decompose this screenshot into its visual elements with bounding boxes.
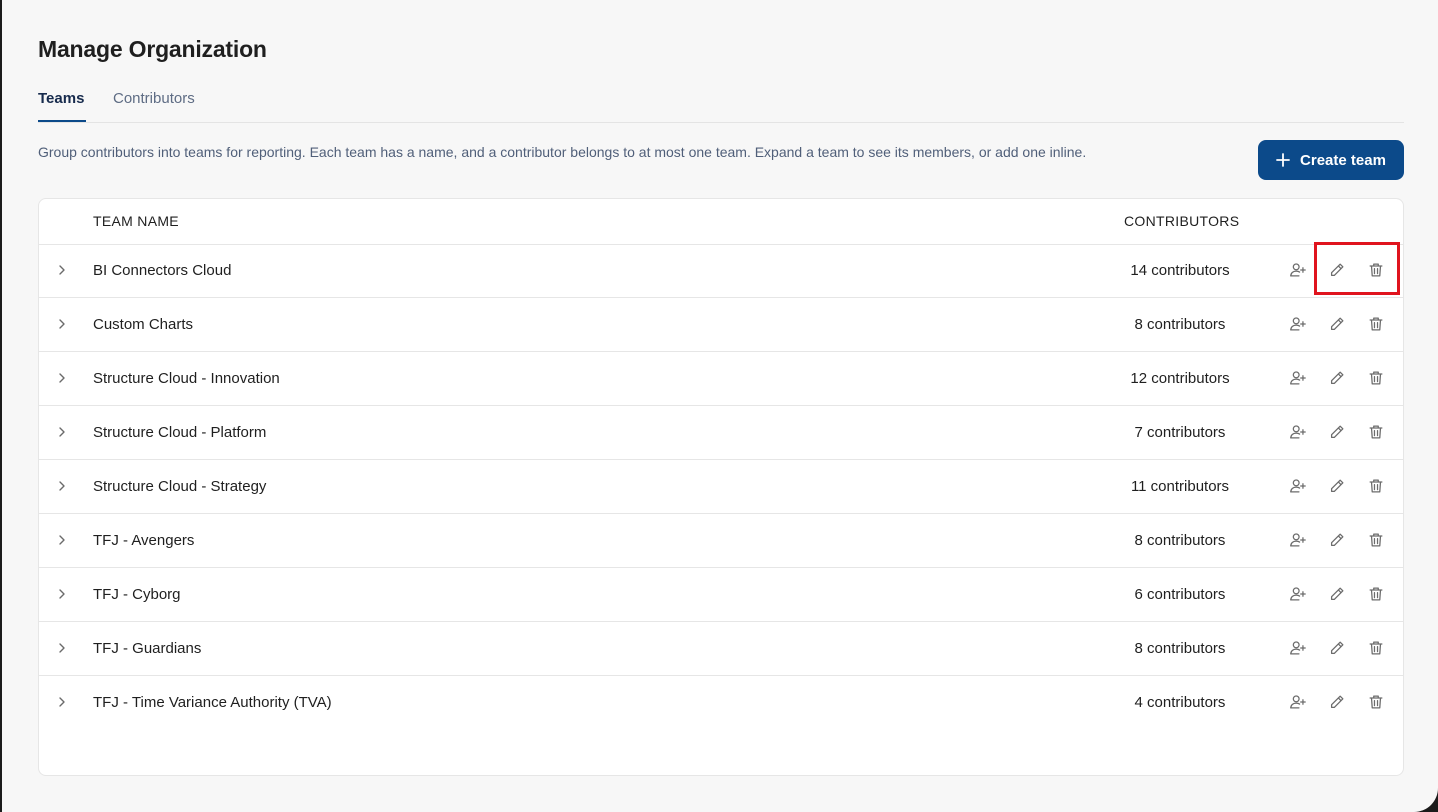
table-row: TFJ - Guardians 8 contributors bbox=[39, 622, 1403, 676]
pencil-icon[interactable] bbox=[1326, 367, 1348, 389]
trash-icon[interactable] bbox=[1365, 691, 1387, 713]
teams-table: TEAM NAME CONTRIBUTORS BI Connectors Clo… bbox=[38, 198, 1404, 776]
pencil-icon[interactable] bbox=[1326, 313, 1348, 335]
team-name: TFJ - Time Variance Authority (TVA) bbox=[93, 694, 332, 711]
add-user-icon[interactable] bbox=[1287, 529, 1309, 551]
create-team-button[interactable]: Create team bbox=[1258, 140, 1404, 180]
chevron-right-icon[interactable] bbox=[55, 425, 69, 439]
trash-icon[interactable] bbox=[1365, 637, 1387, 659]
add-user-icon[interactable] bbox=[1287, 259, 1309, 281]
chevron-right-icon[interactable] bbox=[55, 479, 69, 493]
page-description: Group contributors into teams for report… bbox=[38, 144, 1087, 160]
pencil-icon[interactable] bbox=[1326, 583, 1348, 605]
pencil-icon[interactable] bbox=[1326, 691, 1348, 713]
team-contributor-count: 8 contributors bbox=[1134, 532, 1226, 549]
team-contributor-count: 12 contributors bbox=[1130, 370, 1230, 387]
trash-icon[interactable] bbox=[1365, 259, 1387, 281]
trash-icon[interactable] bbox=[1365, 583, 1387, 605]
add-user-icon[interactable] bbox=[1287, 367, 1309, 389]
chevron-right-icon[interactable] bbox=[55, 371, 69, 385]
chevron-right-icon[interactable] bbox=[55, 695, 69, 709]
page-title: Manage Organization bbox=[38, 36, 267, 62]
chevron-right-icon[interactable] bbox=[55, 641, 69, 655]
table-row: TFJ - Time Variance Authority (TVA) 4 co… bbox=[39, 676, 1403, 730]
chevron-right-icon[interactable] bbox=[55, 263, 69, 277]
pencil-icon[interactable] bbox=[1326, 259, 1348, 281]
create-team-label: Create team bbox=[1300, 151, 1386, 169]
tab-teams[interactable]: Teams bbox=[38, 90, 86, 122]
add-user-icon[interactable] bbox=[1287, 583, 1309, 605]
table-row: Custom Charts 8 contributors bbox=[39, 298, 1403, 352]
table-header: TEAM NAME CONTRIBUTORS bbox=[39, 199, 1403, 245]
column-header-team-name: TEAM NAME bbox=[93, 213, 179, 229]
team-name: Custom Charts bbox=[93, 316, 194, 333]
team-name: BI Connectors Cloud bbox=[93, 262, 232, 279]
add-user-icon[interactable] bbox=[1287, 421, 1309, 443]
pencil-icon[interactable] bbox=[1326, 421, 1348, 443]
trash-icon[interactable] bbox=[1365, 421, 1387, 443]
team-name: TFJ - Avengers bbox=[93, 532, 195, 549]
trash-icon[interactable] bbox=[1365, 367, 1387, 389]
team-name: TFJ - Guardians bbox=[93, 640, 202, 657]
add-user-icon[interactable] bbox=[1287, 637, 1309, 659]
team-contributor-count: 14 contributors bbox=[1130, 262, 1230, 279]
pencil-icon[interactable] bbox=[1326, 475, 1348, 497]
team-name: Structure Cloud - Platform bbox=[93, 424, 267, 441]
table-row: Structure Cloud - Platform 7 contributor… bbox=[39, 406, 1403, 460]
add-user-icon[interactable] bbox=[1287, 475, 1309, 497]
table-row: TFJ - Cyborg 6 contributors bbox=[39, 568, 1403, 622]
app-window: Manage Organization Teams Contributors G… bbox=[2, 0, 1438, 812]
team-contributor-count: 7 contributors bbox=[1134, 424, 1226, 441]
tab-bar: Teams Contributors bbox=[38, 84, 1404, 123]
trash-icon[interactable] bbox=[1365, 475, 1387, 497]
team-name: Structure Cloud - Strategy bbox=[93, 478, 267, 495]
column-header-contributors: CONTRIBUTORS bbox=[1124, 213, 1240, 229]
tab-contributors[interactable]: Contributors bbox=[113, 90, 203, 122]
add-user-icon[interactable] bbox=[1287, 313, 1309, 335]
team-contributor-count: 8 contributors bbox=[1134, 640, 1226, 657]
team-contributor-count: 8 contributors bbox=[1134, 316, 1226, 333]
pencil-icon[interactable] bbox=[1326, 637, 1348, 659]
table-row: BI Connectors Cloud 14 contributors bbox=[39, 244, 1403, 298]
plus-icon bbox=[1276, 153, 1290, 167]
team-contributor-count: 11 contributors bbox=[1130, 478, 1230, 495]
chevron-right-icon[interactable] bbox=[55, 533, 69, 547]
trash-icon[interactable] bbox=[1365, 313, 1387, 335]
table-row: Structure Cloud - Strategy 11 contributo… bbox=[39, 460, 1403, 514]
trash-icon[interactable] bbox=[1365, 529, 1387, 551]
pencil-icon[interactable] bbox=[1326, 529, 1348, 551]
team-name: Structure Cloud - Innovation bbox=[93, 370, 280, 387]
table-row: TFJ - Avengers 8 contributors bbox=[39, 514, 1403, 568]
team-contributor-count: 4 contributors bbox=[1134, 694, 1226, 711]
chevron-right-icon[interactable] bbox=[55, 317, 69, 331]
chevron-right-icon[interactable] bbox=[55, 587, 69, 601]
table-row: Structure Cloud - Innovation 12 contribu… bbox=[39, 352, 1403, 406]
team-name: TFJ - Cyborg bbox=[93, 586, 181, 603]
add-user-icon[interactable] bbox=[1287, 691, 1309, 713]
team-contributor-count: 6 contributors bbox=[1134, 586, 1226, 603]
